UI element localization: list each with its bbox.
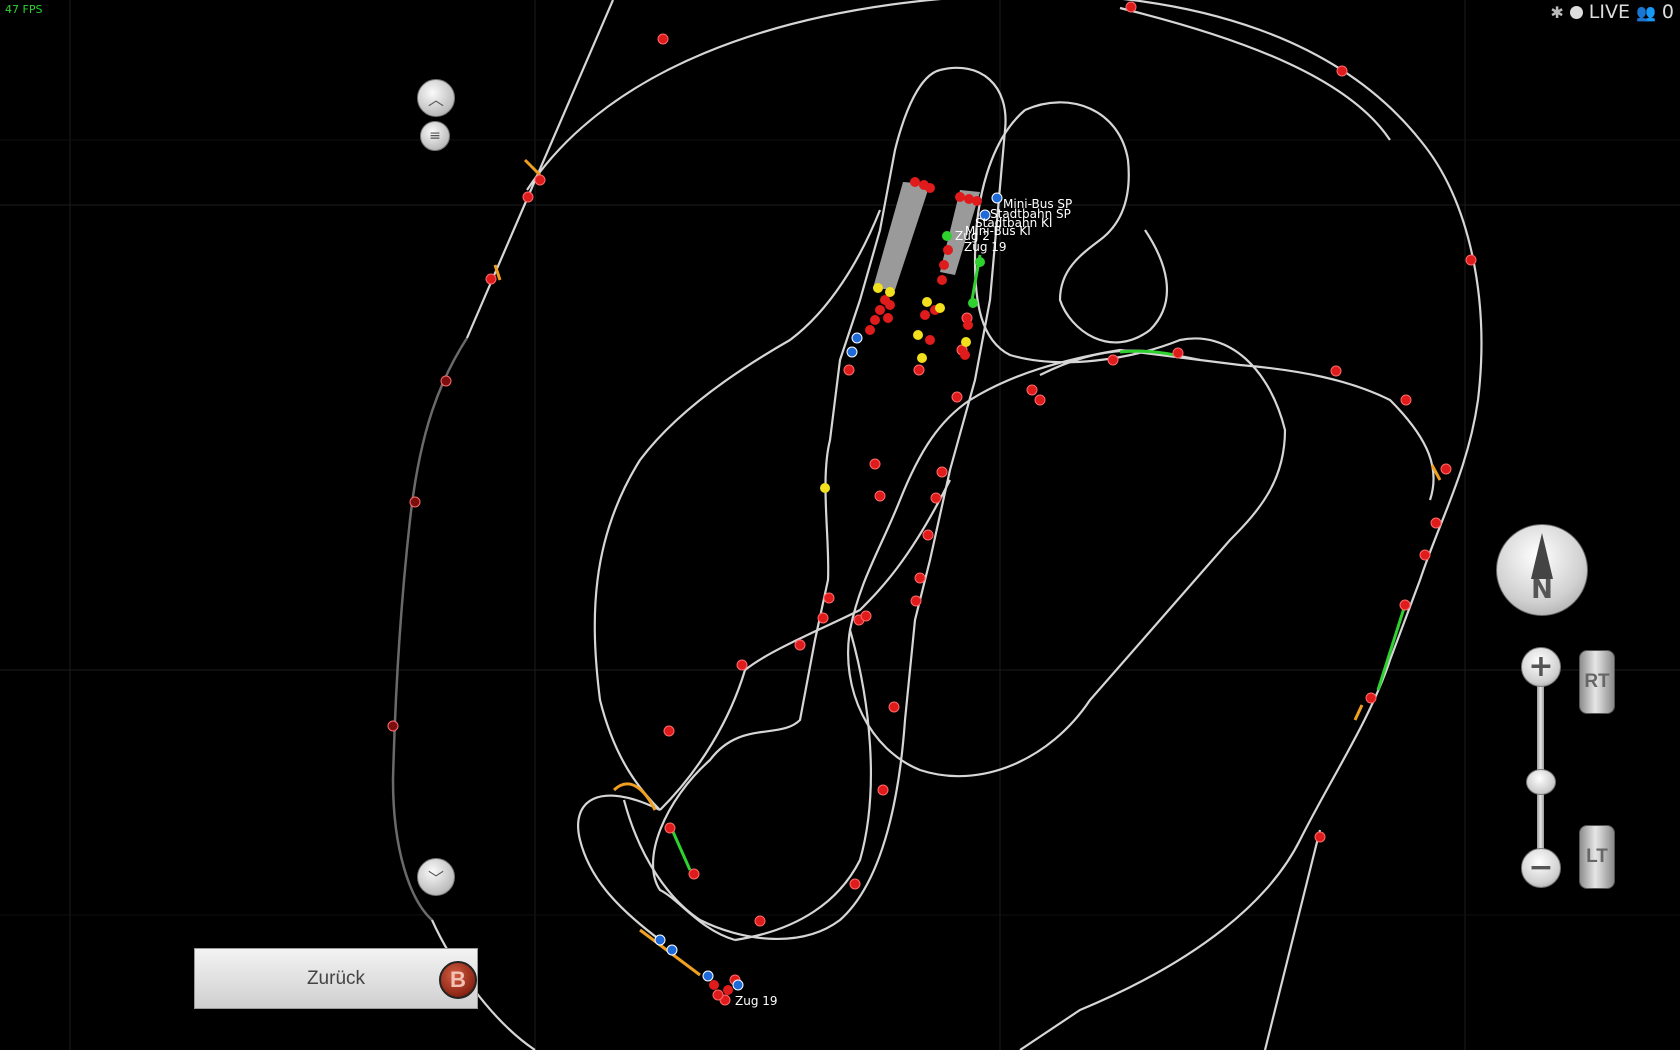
back-button-label: Zurück bbox=[306, 967, 366, 989]
b-button-badge: B bbox=[439, 961, 477, 999]
track-map[interactable]: Mini-Bus SP Stadtbahn SP Stadtbahn KI Mi… bbox=[0, 0, 1680, 1050]
fps-counter: 47 FPS bbox=[5, 3, 43, 16]
plus-icon: + bbox=[1528, 649, 1554, 684]
track-outer-left-dim bbox=[391, 337, 469, 921]
live-label: LIVE bbox=[1588, 1, 1630, 23]
train-labels: Mini-Bus SP Stadtbahn SP Stadtbahn KI Mi… bbox=[735, 197, 1072, 1008]
bug-icon[interactable]: ✱ bbox=[1550, 3, 1563, 22]
scroll-down-button[interactable]: ﹀ bbox=[417, 858, 455, 896]
track-status-segments bbox=[493, 158, 1442, 977]
chevron-down-icon: ﹀ bbox=[427, 869, 444, 888]
menu-button[interactable]: ≡ bbox=[420, 121, 450, 151]
status-bar: ✱ LIVE 👥 0 bbox=[1550, 1, 1674, 23]
rt-label: RT bbox=[1584, 671, 1610, 692]
scroll-up-button[interactable]: ︿ bbox=[417, 79, 455, 117]
compass-needle-icon bbox=[1531, 533, 1553, 579]
menu-lines-icon: ≡ bbox=[429, 128, 441, 144]
compass-button[interactable]: N bbox=[1496, 524, 1588, 616]
back-button[interactable]: Zurück B bbox=[194, 948, 478, 1009]
train-label: Zug 19 bbox=[964, 240, 1007, 254]
track-lines bbox=[430, 0, 1483, 1050]
compass-label: N bbox=[1531, 575, 1553, 605]
zoom-slider-handle[interactable] bbox=[1526, 769, 1556, 795]
lt-trigger-button[interactable]: LT bbox=[1579, 825, 1615, 889]
chevron-up-icon: ︿ bbox=[427, 90, 444, 109]
lt-label: LT bbox=[1586, 846, 1608, 867]
player-count: 0 bbox=[1661, 1, 1674, 23]
rt-trigger-button[interactable]: RT bbox=[1579, 650, 1615, 714]
minus-icon: − bbox=[1528, 850, 1554, 885]
train-vehicles bbox=[654, 177, 1003, 995]
zoom-slider-track[interactable] bbox=[1537, 660, 1544, 865]
zoom-in-button[interactable]: + bbox=[1521, 647, 1561, 687]
players-icon: 👥 bbox=[1635, 2, 1656, 22]
live-dot-icon bbox=[1569, 5, 1583, 19]
train-label: Zug 19 bbox=[735, 994, 778, 1008]
map-grid bbox=[0, 0, 1680, 1050]
zoom-out-button[interactable]: − bbox=[1521, 848, 1561, 888]
